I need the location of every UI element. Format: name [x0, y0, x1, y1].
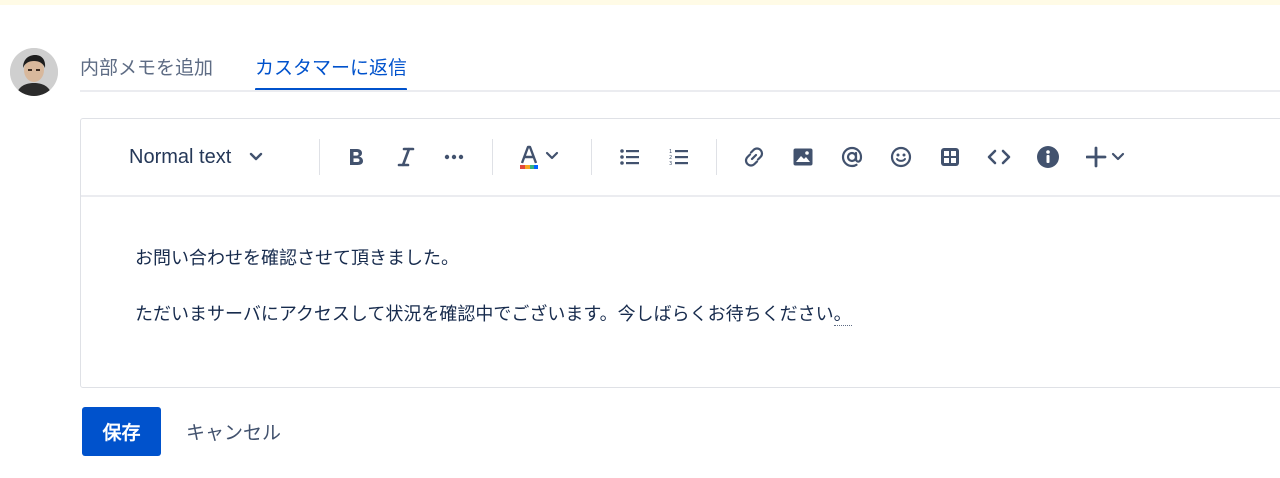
numbered-list-button[interactable]: 123 [664, 141, 694, 173]
svg-text:3: 3 [669, 161, 672, 166]
text-color-icon [520, 145, 559, 169]
info-panel-button[interactable] [1033, 141, 1063, 173]
mention-button[interactable] [837, 141, 867, 173]
top-banner-strip [0, 0, 1280, 5]
rich-text-editor[interactable]: Normal text 123 お問い合わせを確認させて頂きました。 ただいまサ… [80, 118, 1280, 388]
table-icon [941, 148, 959, 166]
emoji-button[interactable] [886, 141, 916, 173]
emoji-icon [890, 146, 912, 168]
code-button[interactable] [984, 141, 1014, 173]
toolbar-separator [319, 139, 320, 175]
toolbar-separator [716, 139, 717, 175]
more-formatting-icon [444, 154, 464, 160]
reply-tabs: 内部メモを追加 カスタマーに返信 [80, 54, 1280, 92]
paragraph-text: ただいまサーバにアクセスして状況を確認中でございます。今しばらくお待ちください [135, 304, 834, 325]
paragraph: お問い合わせを確認させて頂きました。 [135, 248, 459, 269]
text-color-button[interactable] [513, 141, 565, 173]
more-formatting-button[interactable] [439, 141, 469, 173]
link-icon [744, 147, 764, 167]
toolbar-separator [492, 139, 493, 175]
text-style-label: Normal text [129, 145, 232, 168]
chevron-down-icon [250, 152, 263, 161]
insert-plus-button[interactable] [1083, 141, 1129, 173]
tabs-divider [80, 90, 1280, 92]
bullet-list-button[interactable] [615, 141, 645, 173]
spellcheck-mark: 。 [833, 304, 852, 326]
numbered-list-icon: 123 [669, 149, 688, 166]
table-button[interactable] [935, 141, 965, 173]
toolbar-separator [591, 139, 592, 175]
user-avatar[interactable] [10, 48, 58, 96]
editor-toolbar: Normal text 123 [81, 119, 1280, 197]
italic-icon [397, 147, 415, 167]
tab-add-internal-note[interactable]: 内部メモを追加 [80, 54, 213, 92]
code-icon [987, 149, 1011, 165]
mention-icon [841, 146, 863, 168]
link-button[interactable] [739, 141, 769, 173]
bullet-list-icon [620, 149, 639, 165]
bold-icon [350, 149, 363, 165]
save-button[interactable]: 保存 [82, 407, 161, 456]
paragraph: ただいまサーバにアクセスして状況を確認中でございます。今しばらくお待ちください。 [135, 303, 852, 327]
bold-button[interactable] [341, 141, 371, 173]
cancel-button[interactable]: キャンセル [186, 407, 281, 456]
image-icon [793, 148, 813, 166]
italic-button[interactable] [391, 141, 421, 173]
user-photo-avatar-icon [10, 48, 58, 96]
info-panel-icon [1037, 146, 1059, 168]
insert-image-button[interactable] [788, 141, 818, 173]
tab-reply-to-customer[interactable]: カスタマーに返信 [255, 54, 408, 92]
text-style-dropdown[interactable]: Normal text [121, 141, 281, 173]
insert-plus-icon [1086, 146, 1125, 168]
